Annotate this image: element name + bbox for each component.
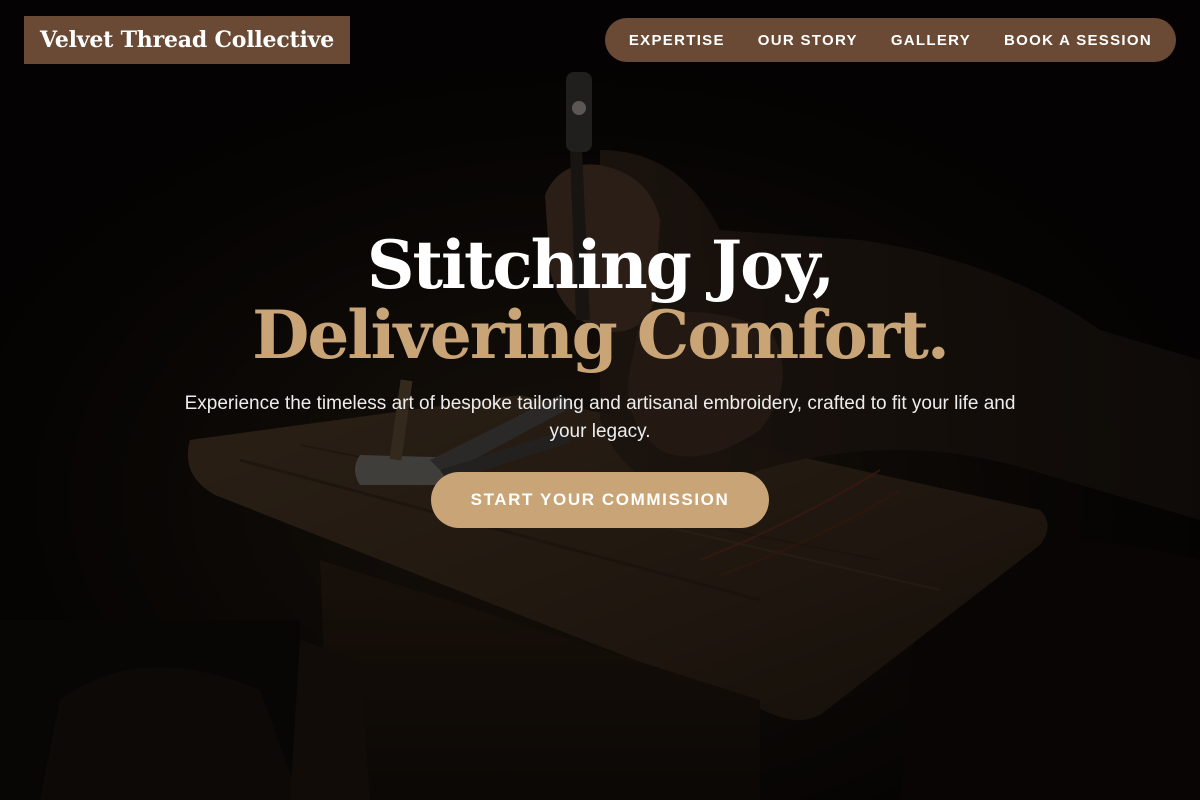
hero-title-line-1: Stitching Joy, [366, 226, 835, 304]
hero-title: Stitching Joy, Delivering Comfort. [0, 230, 1200, 370]
start-commission-button[interactable]: START YOUR COMMISSION [430, 472, 770, 528]
brand-logo[interactable]: Velvet Thread Collective [24, 16, 351, 64]
nav-link-expertise[interactable]: EXPERTISE [629, 32, 725, 49]
main-nav: EXPERTISE OUR STORY GALLERY BOOK A SESSI… [604, 18, 1176, 62]
brand-name: Velvet Thread Collective [40, 27, 335, 53]
nav-link-gallery[interactable]: GALLERY [891, 32, 971, 49]
hero-title-line-2: Delivering Comfort. [252, 296, 950, 374]
nav-link-book-a-session[interactable]: BOOK A SESSION [1004, 32, 1152, 49]
hero-subtitle: Experience the timeless art of bespoke t… [184, 393, 1016, 442]
nav-link-our-story[interactable]: OUR STORY [758, 32, 858, 49]
hero-section: Stitching Joy, Delivering Comfort. Exper… [0, 230, 1200, 528]
page: Velvet Thread Collective EXPERTISE OUR S… [0, 0, 1200, 800]
